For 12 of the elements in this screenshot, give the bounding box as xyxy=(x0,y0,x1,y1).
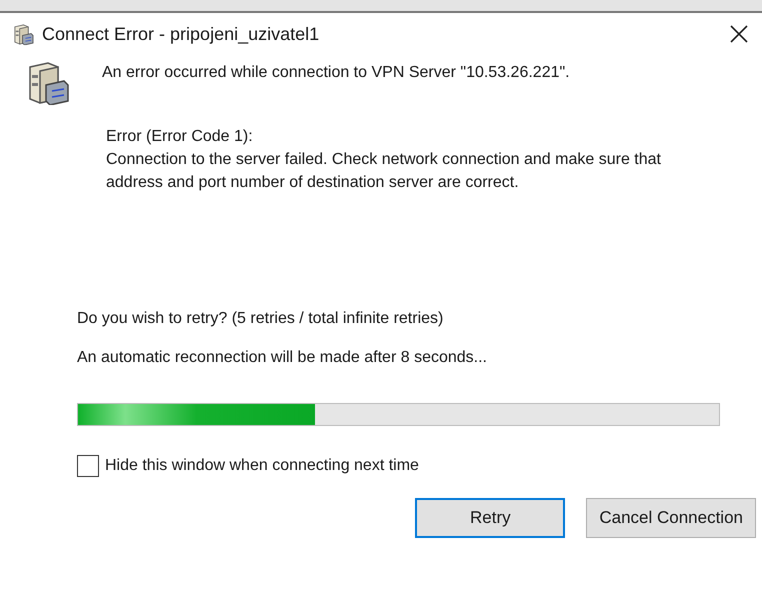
error-detail: Connection to the server failed. Check network connection and make sure that address and port number of destination server are correct. xyxy=(106,150,662,193)
dialog-button[interactable]: Retry xyxy=(415,498,566,538)
error-detail: Error (Error Code 1): xyxy=(106,127,254,147)
dialog-button[interactable]: Cancel Connection xyxy=(586,498,756,538)
server-icon xyxy=(12,23,34,45)
retry-question: Do you wish to retry? (5 retries / total infinite retries) xyxy=(77,309,444,329)
checkbox-label: Hide this window when connecting next time xyxy=(105,456,419,476)
window-title: Connect Error - pripojeni_uzivatel1 xyxy=(42,22,320,46)
close-icon xyxy=(730,25,748,43)
checkbox[interactable] xyxy=(77,455,99,477)
reconnect-notice: An automatic reconnection will be made after 8 seconds... xyxy=(77,348,488,368)
error-message: An error occurred while connection to VPN Server "10.53.26.221". xyxy=(102,63,570,83)
